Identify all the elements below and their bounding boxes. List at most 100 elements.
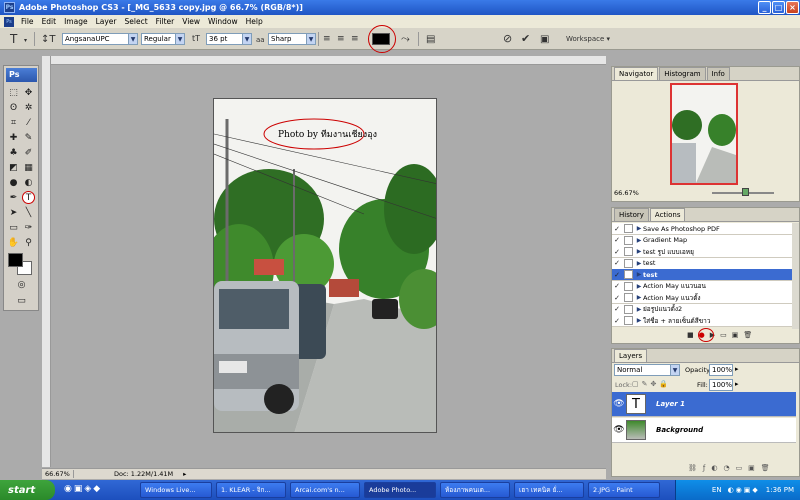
text-orientation-icon[interactable]: ↕T bbox=[41, 34, 56, 45]
clone-stamp-tool-icon[interactable]: ♣ bbox=[7, 146, 20, 159]
task-arcai[interactable]: Arcai.com's n... bbox=[290, 482, 360, 498]
zoom-slider-handle[interactable] bbox=[742, 188, 749, 196]
dialog-toggle[interactable] bbox=[624, 270, 633, 279]
character-panel-icon[interactable]: ▤ bbox=[426, 34, 435, 45]
action-item[interactable]: ✓ ▶ ใส่ชื่อ + ลายเซ็นต์สีขาว bbox=[612, 315, 792, 327]
action-item[interactable]: ✓ ▶ Action May แนวนอน bbox=[612, 280, 792, 293]
quick-mask-icon[interactable]: ◎ bbox=[15, 278, 28, 291]
type-tool-icon[interactable]: T bbox=[22, 191, 35, 204]
font-family-select[interactable]: AngsanaUPC bbox=[62, 33, 130, 45]
history-brush-tool-icon[interactable]: ✐ bbox=[22, 146, 35, 159]
action-item[interactable]: ✓ ▶ Action May แนวตั้ง bbox=[612, 292, 792, 304]
align-center-icon[interactable]: ≡ bbox=[337, 34, 345, 44]
check-icon[interactable]: ✓ bbox=[612, 282, 622, 290]
navigator-zoom[interactable]: 66.67% bbox=[614, 189, 639, 197]
menu-layer[interactable]: Layer bbox=[92, 17, 121, 26]
dialog-toggle[interactable] bbox=[624, 235, 633, 245]
check-icon[interactable]: ✓ bbox=[612, 294, 622, 302]
commit-icon[interactable]: ✔ bbox=[521, 32, 530, 45]
tab-layers[interactable]: Layers bbox=[614, 349, 648, 362]
move-tool-icon[interactable]: ✥ bbox=[22, 86, 35, 99]
marquee-tool-icon[interactable]: ⬚ bbox=[7, 86, 20, 99]
antialias-dropdown-icon[interactable]: ▼ bbox=[306, 33, 316, 45]
menu-view[interactable]: View bbox=[178, 17, 204, 26]
action-item[interactable]: ✓ ▶ test รูป แบบเอหยุ bbox=[612, 246, 792, 258]
expand-icon[interactable]: ▶ bbox=[635, 306, 643, 313]
task-technique[interactable]: เฮา เทคนิค ยั่... bbox=[514, 482, 584, 498]
crop-tool-icon[interactable]: ⌗ bbox=[7, 116, 20, 129]
eyedropper-tool-icon[interactable]: ✑ bbox=[22, 221, 35, 234]
zoom-level[interactable]: 66.67% bbox=[42, 470, 74, 478]
check-icon[interactable]: ✓ bbox=[612, 317, 622, 325]
navigator-thumbnail[interactable] bbox=[670, 83, 738, 185]
check-icon[interactable]: ✓ bbox=[612, 271, 622, 279]
maximize-button[interactable]: □ bbox=[772, 1, 785, 14]
expand-icon[interactable]: ▶ bbox=[635, 294, 643, 301]
quick-launch-icons[interactable]: ◉▣◈◆ bbox=[64, 484, 102, 494]
eye-icon[interactable]: 👁 bbox=[612, 399, 626, 409]
task-photo-room[interactable]: ห้องภาพคนเต... bbox=[440, 482, 510, 498]
dialog-toggle[interactable] bbox=[624, 293, 633, 302]
menu-select[interactable]: Select bbox=[121, 17, 152, 26]
dodge-tool-icon[interactable]: ◐ bbox=[22, 176, 35, 189]
expand-icon[interactable]: ▶ bbox=[635, 237, 643, 244]
expand-icon[interactable]: ▶ bbox=[635, 283, 643, 290]
dialog-toggle[interactable] bbox=[624, 258, 633, 268]
tab-navigator[interactable]: Navigator bbox=[614, 67, 659, 80]
font-size-dropdown-icon[interactable]: ▼ bbox=[242, 33, 252, 45]
check-icon[interactable]: ✓ bbox=[612, 248, 622, 256]
zoom-tool-icon[interactable]: ⚲ bbox=[22, 236, 35, 249]
opacity-field[interactable]: 100% bbox=[709, 364, 733, 376]
dialog-toggle[interactable] bbox=[624, 316, 633, 325]
notes-tool-icon[interactable]: ▭ bbox=[7, 221, 20, 234]
task-klear[interactable]: 1. KLEAR - จิก... bbox=[216, 482, 286, 498]
fill-arrow-icon[interactable]: ▸ bbox=[735, 380, 739, 388]
expand-icon[interactable]: ▶ bbox=[635, 317, 643, 324]
layer-row[interactable]: 👁 T Layer 1 bbox=[612, 392, 796, 417]
menu-image[interactable]: Image bbox=[60, 17, 92, 26]
bridge-icon[interactable]: ▣ bbox=[540, 34, 549, 45]
menu-window[interactable]: Window bbox=[204, 17, 242, 26]
close-button[interactable]: × bbox=[786, 1, 799, 14]
font-family-dropdown-icon[interactable]: ▼ bbox=[128, 33, 138, 45]
menu-help[interactable]: Help bbox=[242, 17, 267, 26]
document-canvas[interactable]: Photo by ทีมงานเชียงอุง bbox=[213, 98, 437, 433]
gradient-tool-icon[interactable]: ▦ bbox=[22, 161, 35, 174]
blend-mode-select[interactable]: Normal bbox=[614, 364, 672, 376]
tab-actions[interactable]: Actions bbox=[649, 208, 686, 221]
lasso-tool-icon[interactable]: ʘ bbox=[7, 101, 20, 114]
tab-histogram[interactable]: Histogram bbox=[659, 67, 706, 80]
align-left-icon[interactable]: ≡ bbox=[323, 34, 331, 44]
action-item[interactable]: ✓ ▶ ย่อรูปแนวตั้ง2 bbox=[612, 303, 792, 316]
healing-brush-tool-icon[interactable]: ✚ bbox=[7, 131, 20, 144]
expand-icon[interactable]: ▶ bbox=[635, 271, 643, 278]
check-icon[interactable]: ✓ bbox=[612, 236, 622, 244]
tray-icons[interactable]: ◐◉▣◆ bbox=[728, 486, 760, 494]
workspace-button[interactable]: Workspace ▾ bbox=[566, 35, 610, 43]
warp-text-icon[interactable]: ⤳ bbox=[401, 32, 410, 46]
action-item[interactable]: ✓ ▶ test bbox=[612, 269, 792, 281]
tab-info[interactable]: Info bbox=[706, 67, 730, 80]
actions-scrollbar[interactable] bbox=[792, 223, 799, 329]
align-right-icon[interactable]: ≡ bbox=[351, 34, 359, 44]
eye-icon[interactable]: 👁 bbox=[612, 425, 626, 435]
lock-icons[interactable]: ▢✎✥🔒 bbox=[632, 380, 671, 388]
fill-field[interactable]: 100% bbox=[709, 379, 733, 391]
task-paint[interactable]: 2.JPG - Paint bbox=[588, 482, 660, 498]
dropdown-arrow-icon[interactable]: ▾ bbox=[24, 37, 27, 44]
hand-tool-icon[interactable]: ✋ bbox=[7, 236, 20, 249]
line-tool-icon[interactable]: ╲ bbox=[22, 206, 35, 219]
font-style-dropdown-icon[interactable]: ▼ bbox=[175, 33, 185, 45]
cancel-icon[interactable]: ⊘ bbox=[503, 32, 512, 45]
pen-tool-icon[interactable]: ✒ bbox=[7, 191, 20, 204]
layer-row[interactable]: 👁 Background bbox=[612, 418, 796, 443]
slice-tool-icon[interactable]: ⁄ bbox=[22, 116, 35, 129]
minimize-button[interactable]: _ bbox=[758, 1, 771, 14]
task-photoshop[interactable]: Adobe Photo... bbox=[364, 482, 436, 498]
dialog-toggle[interactable] bbox=[624, 247, 633, 256]
check-icon[interactable]: ✓ bbox=[612, 305, 622, 313]
type-tool-icon[interactable]: T bbox=[10, 32, 17, 46]
font-size-select[interactable]: 36 pt bbox=[206, 33, 244, 45]
text-color-swatch[interactable] bbox=[372, 33, 390, 45]
menu-file[interactable]: File bbox=[17, 17, 38, 26]
